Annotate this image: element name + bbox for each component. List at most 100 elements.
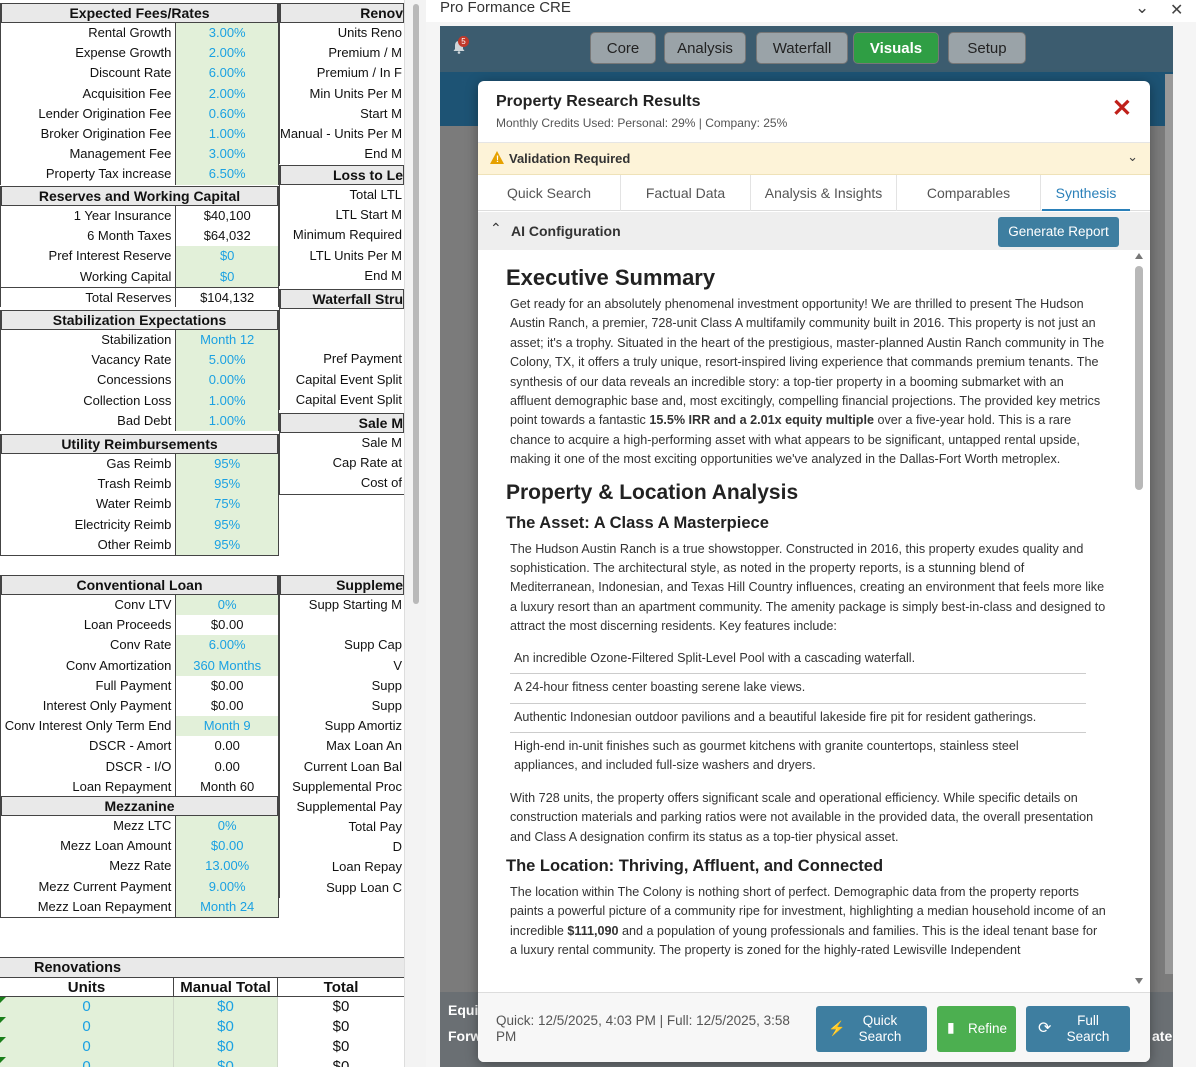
chevron-down-icon[interactable]: ⌄ (1127, 149, 1138, 165)
section-header: Conventional Loan (1, 575, 278, 595)
row-value-cell[interactable]: Month 9 (175, 716, 278, 737)
row-value-cell[interactable]: 6.50% (175, 164, 278, 185)
row-value-cell[interactable]: $0.00 (175, 836, 278, 857)
row-value-cell[interactable]: 2.00% (175, 43, 278, 64)
cell-total[interactable]: $0 (278, 1017, 404, 1037)
sheet-row: Cost of (280, 473, 404, 493)
row-value-cell[interactable]: 6.00% (175, 63, 278, 84)
nav-analysis-button[interactable]: Analysis (664, 32, 746, 64)
cell-units[interactable]: 0 (0, 997, 174, 1017)
scroll-down-arrow-icon[interactable] (1135, 978, 1143, 984)
row-value-cell[interactable]: 1.00% (175, 390, 278, 411)
scrollbar-thumb[interactable] (1135, 266, 1143, 490)
mezzanine-section: Mezzanine Mezz LTC 0% Mezz Loan Amount $0.0… (0, 796, 279, 918)
close-icon[interactable]: ✕ (1112, 97, 1132, 121)
row-value-cell[interactable]: 3.00% (175, 144, 278, 165)
row-value-cell[interactable]: 0.60% (175, 103, 278, 124)
row-label: Min Units Per M (309, 85, 402, 101)
close-window-icon[interactable]: ✕ (1170, 0, 1183, 20)
tab-comparables[interactable]: Comparables (897, 175, 1041, 211)
row-value-cell[interactable]: 95% (175, 514, 278, 535)
row-value-cell[interactable]: 3.00% (175, 23, 278, 44)
row-value-cell[interactable]: 1.00% (175, 123, 278, 145)
nav-setup-button[interactable]: Setup (948, 32, 1026, 64)
row-value-cell[interactable]: 0.00% (175, 370, 278, 391)
cell-total[interactable]: $0 (278, 1057, 404, 1067)
sheet-row: Supp (280, 676, 404, 696)
row-value-cell[interactable]: $0.00 (175, 615, 278, 636)
quick-search-button[interactable]: ⚡ Quick Search (816, 1006, 927, 1052)
row-value-cell[interactable]: 95% (175, 454, 278, 475)
nav-waterfall-button[interactable]: Waterfall (756, 32, 848, 64)
row-value-cell[interactable]: $104,132 (175, 287, 278, 307)
row-value-cell[interactable]: $0.00 (175, 675, 278, 696)
full-search-button[interactable]: ⟳ Full Search (1026, 1006, 1130, 1052)
row-label: Water Reimb (96, 496, 172, 512)
sheet-row: Current Loan Bal (280, 757, 404, 777)
row-value-cell[interactable]: 1.00% (175, 410, 278, 431)
row-value-cell[interactable]: 0% (175, 816, 278, 837)
cell-total[interactable]: $0 (278, 997, 404, 1017)
sheet-row: End M (280, 144, 404, 164)
cell-units[interactable]: 0 (0, 1037, 174, 1057)
row-value-cell[interactable]: 6.00% (175, 635, 278, 656)
refine-button[interactable]: ▮ Refine (937, 1006, 1016, 1052)
cell-manual[interactable]: $0 (174, 1017, 278, 1037)
row-label: Conv Amortization (65, 657, 172, 673)
row-value-cell[interactable]: 0.00 (175, 736, 278, 757)
tab-factual-data[interactable]: Factual Data (621, 175, 751, 211)
cell-manual[interactable]: $0 (174, 997, 278, 1017)
row-label: Mezz Current Payment (38, 878, 172, 894)
nav-visuals-button[interactable]: Visuals (853, 32, 939, 64)
row-value-cell[interactable]: Month 12 (175, 330, 278, 351)
chevron-up-icon[interactable]: ⌃ (490, 220, 502, 237)
content-scrollbar[interactable] (1132, 250, 1146, 992)
row-label: Supp Starting M (308, 597, 402, 612)
ai-configuration-bar[interactable]: ⌃ AI Configuration Generate Report (478, 212, 1150, 250)
cell-units[interactable]: 0 (0, 1057, 174, 1067)
sheet-row: Cap Rate at (280, 453, 404, 473)
row-value-cell[interactable]: $0.00 (175, 695, 278, 717)
row-value-cell[interactable]: 95% (175, 534, 278, 555)
cell-total[interactable]: $0 (278, 1037, 404, 1057)
sheet-row: Mezz Rate 13.00% (1, 856, 278, 877)
row-value-cell[interactable]: 95% (175, 474, 278, 495)
row-value-cell[interactable]: 5.00% (175, 350, 278, 371)
row-value-cell[interactable]: $40,100 (175, 206, 278, 227)
waterfall-structure-section: Waterfall Stru Pref Payment Capital Event… (279, 289, 404, 410)
renovation-settings-section: Renov Units Reno Premium / M Premium / In … (279, 3, 404, 165)
row-label: V (393, 657, 402, 673)
row-value-cell[interactable]: 13.00% (175, 856, 278, 877)
row-value-cell[interactable]: 0% (175, 595, 278, 616)
sheet-vertical-scrollbar[interactable] (404, 0, 426, 1067)
row-value-cell[interactable]: $0 (175, 246, 278, 267)
row-value-cell[interactable]: Month 60 (175, 776, 278, 797)
dashboard-scrollbar[interactable] (1165, 74, 1173, 974)
nav-core-button[interactable]: Core (590, 32, 656, 64)
row-value-cell[interactable]: 0.00 (175, 756, 278, 777)
row-value-cell[interactable]: 75% (175, 494, 278, 515)
sheet-row (280, 329, 404, 349)
scroll-up-arrow-icon[interactable] (1135, 253, 1143, 259)
cell-manual[interactable]: $0 (174, 1057, 278, 1067)
sheet-row: LTL Units Per M (280, 246, 404, 266)
sheet-row: V (280, 656, 404, 676)
row-value-cell[interactable]: Month 24 (175, 896, 278, 917)
conventional-loan-section: Conventional Loan Conv LTV 0% Loan Proceed… (0, 575, 279, 797)
cell-units[interactable]: 0 (0, 1017, 174, 1037)
section-header: Reserves and Working Capital (1, 186, 278, 206)
tab-quick-search[interactable]: Quick Search (478, 175, 621, 211)
tab-analysis-insights[interactable]: Analysis & Insights (751, 175, 897, 211)
tab-synthesis[interactable]: Synthesis (1042, 175, 1130, 211)
generate-report-button[interactable]: Generate Report (998, 217, 1119, 247)
row-label (280, 329, 404, 349)
validation-banner[interactable]: ! Validation Required ⌄ (478, 143, 1150, 175)
row-value-cell[interactable]: $0 (175, 266, 278, 287)
row-value-cell[interactable]: 360 Months (175, 655, 278, 676)
cell-manual[interactable]: $0 (174, 1037, 278, 1057)
row-value-cell[interactable]: 2.00% (175, 83, 278, 104)
row-value-cell[interactable]: $64,032 (175, 226, 278, 247)
row-value-cell[interactable]: 9.00% (175, 876, 278, 897)
scrollbar-thumb[interactable] (413, 4, 419, 604)
collapse-chevron-icon[interactable]: ⌄ (1135, 0, 1149, 18)
